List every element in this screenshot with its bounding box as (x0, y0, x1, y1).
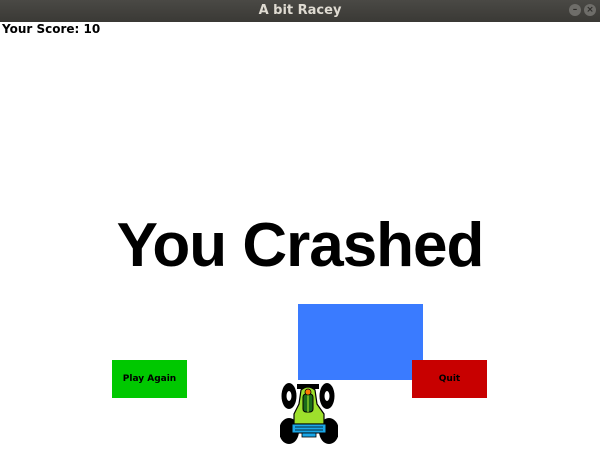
title-bar: A bit Racey – × (0, 0, 600, 23)
play-again-label: Play Again (122, 374, 177, 384)
play-again-button[interactable]: Play Again (112, 360, 187, 398)
minimize-icon[interactable]: – (569, 4, 581, 16)
window-title: A bit Racey (258, 3, 342, 18)
race-car-icon (280, 383, 338, 444)
quit-button[interactable]: Quit (412, 360, 487, 398)
obstacle-block (298, 304, 423, 380)
close-icon[interactable]: × (584, 4, 596, 16)
game-canvas: Your Score: 10 You Crashed Play Again Qu… (0, 22, 600, 473)
crash-message: You Crashed (116, 211, 485, 280)
game-window: A bit Racey – × Your Score: 10 You Crash… (0, 0, 600, 473)
quit-label: Quit (438, 374, 461, 384)
score-display: Your Score: 10 (2, 22, 101, 36)
